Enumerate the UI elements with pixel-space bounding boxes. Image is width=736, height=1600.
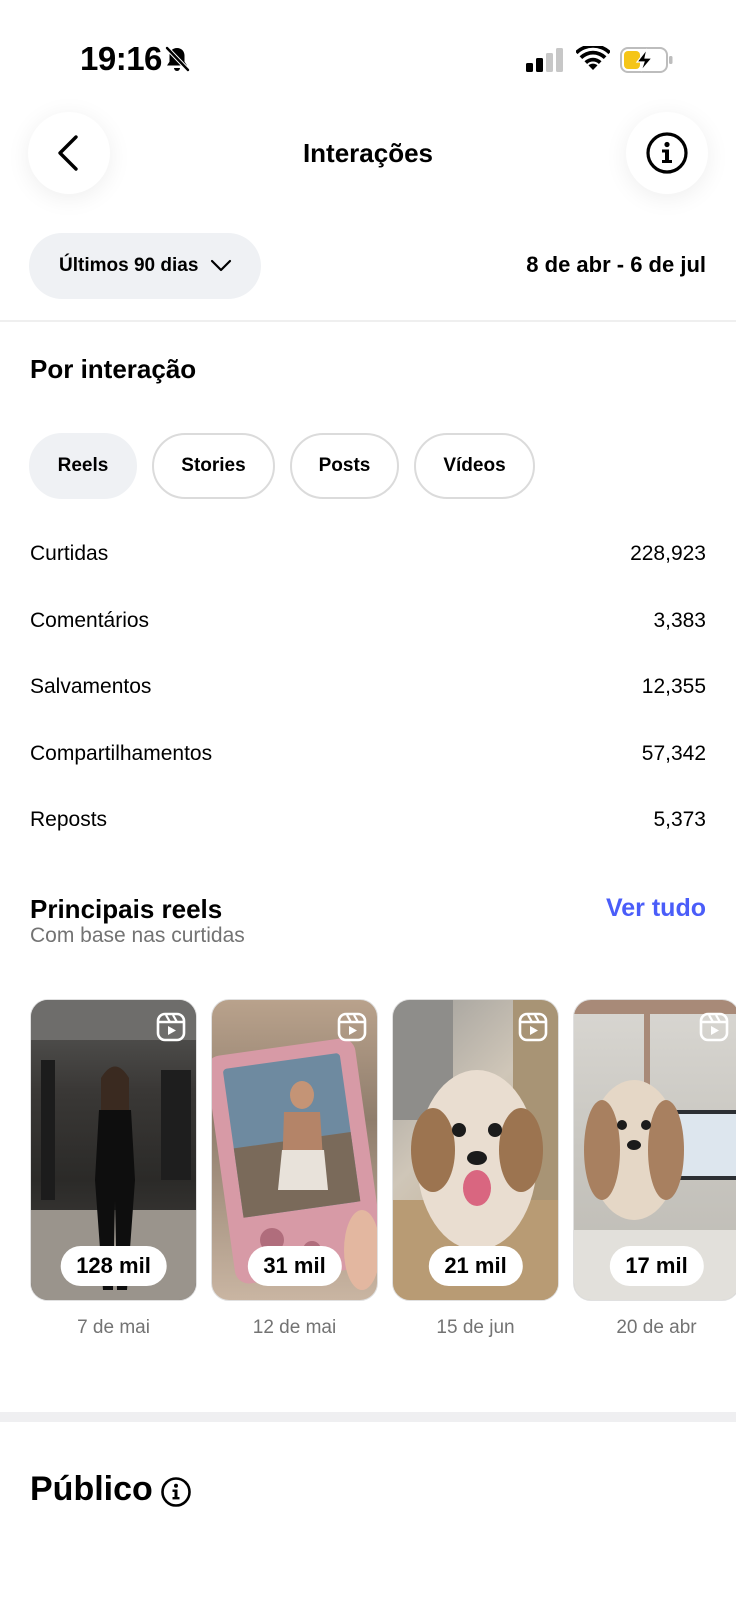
reel-thumbnail[interactable]: 21 mil — [392, 999, 559, 1301]
period-dropdown[interactable]: Últimos 90 dias — [29, 233, 261, 299]
metric-value: 5,373 — [653, 808, 706, 831]
section-title-audience: Público — [30, 1470, 153, 1508]
metric-value: 3,383 — [653, 609, 706, 632]
section-subtitle: Com base nas curtidas — [30, 924, 245, 947]
reel-thumbnail[interactable]: 17 mil — [573, 999, 736, 1301]
reels-icon — [518, 1012, 548, 1042]
wifi-icon — [576, 46, 610, 70]
metric-row: Compartilhamentos 57,342 — [30, 742, 706, 766]
section-title-top-reels: Principais reels — [30, 894, 223, 924]
metric-row: Reposts 5,373 — [30, 808, 706, 832]
reel-thumbnail[interactable]: 128 mil — [30, 999, 197, 1301]
info-icon — [646, 132, 688, 174]
metric-row: Comentários 3,383 — [30, 609, 706, 633]
metric-label: Salvamentos — [30, 675, 152, 698]
reel-likes-badge: 17 mil — [609, 1246, 704, 1286]
date-range: 8 de abr - 6 de jul — [526, 252, 706, 277]
reels-icon — [156, 1012, 186, 1042]
tab-videos[interactable]: Vídeos — [414, 433, 535, 499]
divider — [0, 320, 736, 322]
bell-off-icon — [165, 46, 190, 72]
metric-value: 228,923 — [630, 542, 706, 565]
see-all-link[interactable]: Ver tudo — [606, 894, 706, 923]
reel-likes-badge: 128 mil — [60, 1246, 167, 1286]
interaction-tabs: Reels Stories Posts Vídeos — [29, 433, 535, 499]
tab-stories[interactable]: Stories — [152, 433, 275, 499]
reel-date: 12 de mai — [252, 1317, 337, 1338]
metric-label: Compartilhamentos — [30, 742, 213, 765]
reels-icon — [699, 1012, 729, 1042]
reel-likes-badge: 21 mil — [428, 1246, 523, 1286]
metric-label: Curtidas — [30, 542, 109, 565]
top-reels-carousel: 128 mil 7 de mai 31 mil 12 de mai 21 mil… — [30, 999, 736, 1349]
info-icon[interactable] — [160, 1476, 192, 1508]
period-label: Últimos 90 dias — [59, 255, 199, 276]
section-title-by-interaction: Por interação — [30, 354, 197, 384]
metric-label: Comentários — [30, 609, 150, 632]
reel-date: 20 de abr — [616, 1317, 697, 1338]
reels-icon — [337, 1012, 367, 1042]
metric-value: 12,355 — [641, 675, 706, 698]
metric-row: Curtidas 228,923 — [30, 542, 706, 566]
reel-date: 7 de mai — [77, 1317, 150, 1338]
metric-value: 57,342 — [641, 742, 706, 765]
cellular-signal-icon — [526, 48, 563, 72]
status-time: 19:16 — [80, 40, 162, 77]
chevron-down-icon — [211, 259, 232, 272]
reel-thumbnail[interactable]: 31 mil — [211, 999, 378, 1301]
section-divider — [0, 1412, 736, 1422]
reel-date: 15 de jun — [436, 1317, 515, 1338]
metric-row: Salvamentos 12,355 — [30, 675, 706, 699]
battery-charging-icon — [620, 47, 673, 73]
info-button[interactable] — [626, 112, 708, 194]
reel-likes-badge: 31 mil — [247, 1246, 342, 1286]
status-bar: 19:16 — [0, 0, 736, 110]
metric-label: Reposts — [30, 808, 108, 831]
tab-posts[interactable]: Posts — [290, 433, 399, 499]
tab-reels[interactable]: Reels — [29, 433, 137, 499]
